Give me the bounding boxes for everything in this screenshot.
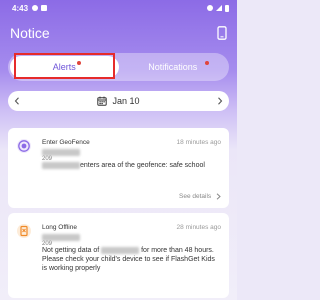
alert-card-long-offline[interactable]: Long Offline 28 minutes ago 209 Not gett… (8, 213, 229, 298)
tab-alerts-label: Alerts (52, 62, 76, 72)
card-time: 28 minutes ago (176, 224, 221, 231)
offline-phone-icon (16, 223, 32, 239)
app-icon (41, 5, 48, 11)
previous-date-button[interactable] (14, 91, 20, 111)
card-title: Long Offline (42, 224, 77, 231)
alarm-icon (207, 5, 213, 11)
see-details-label: See details (179, 193, 212, 200)
battery-icon (225, 4, 229, 12)
notification-icon (32, 5, 39, 11)
card-message: Not getting data of for more than 48 hou… (42, 246, 220, 273)
calendar-icon[interactable] (97, 96, 108, 106)
card-message-text: enters area of the geofence: safe school (80, 162, 205, 169)
status-time: 4:43 (12, 3, 29, 13)
chevron-left-icon (14, 97, 19, 105)
date-selector: Jan 10 (8, 91, 229, 111)
card-title: Enter GeoFence (42, 139, 90, 146)
device-phone-icon[interactable] (217, 26, 227, 40)
chevron-right-icon (216, 193, 221, 200)
next-date-button[interactable] (217, 91, 223, 111)
tab-bar: Alerts Notifications (8, 53, 229, 81)
status-left-icons (32, 5, 48, 11)
card-message-prefix: Not getting data of (42, 247, 102, 254)
blurred-child-name (101, 246, 140, 254)
title-bar: Notice (0, 20, 237, 46)
blurred-device-name (42, 234, 80, 241)
status-right-icons (207, 4, 229, 12)
chevron-right-icon (218, 97, 223, 105)
blurred-device-name (42, 149, 80, 156)
geofence-target-icon (16, 138, 32, 154)
tab-notifications-label: Notifications (148, 62, 198, 72)
tab-notifications[interactable]: Notifications (119, 56, 228, 78)
page-title: Notice (10, 25, 50, 41)
blurred-child-name (42, 161, 80, 169)
card-time: 18 minutes ago (176, 139, 221, 146)
alert-card-geofence[interactable]: Enter GeoFence 18 minutes ago 209 enters… (8, 128, 229, 208)
tab-alerts[interactable]: Alerts (10, 56, 119, 78)
card-message: enters area of the geofence: safe school (42, 161, 220, 170)
status-bar: 4:43 (0, 0, 237, 16)
wifi-icon (216, 5, 222, 11)
notifications-unread-dot (205, 61, 209, 65)
see-details-link[interactable]: See details (179, 193, 221, 200)
alerts-unread-dot (77, 61, 81, 65)
date-label[interactable]: Jan 10 (112, 96, 139, 106)
